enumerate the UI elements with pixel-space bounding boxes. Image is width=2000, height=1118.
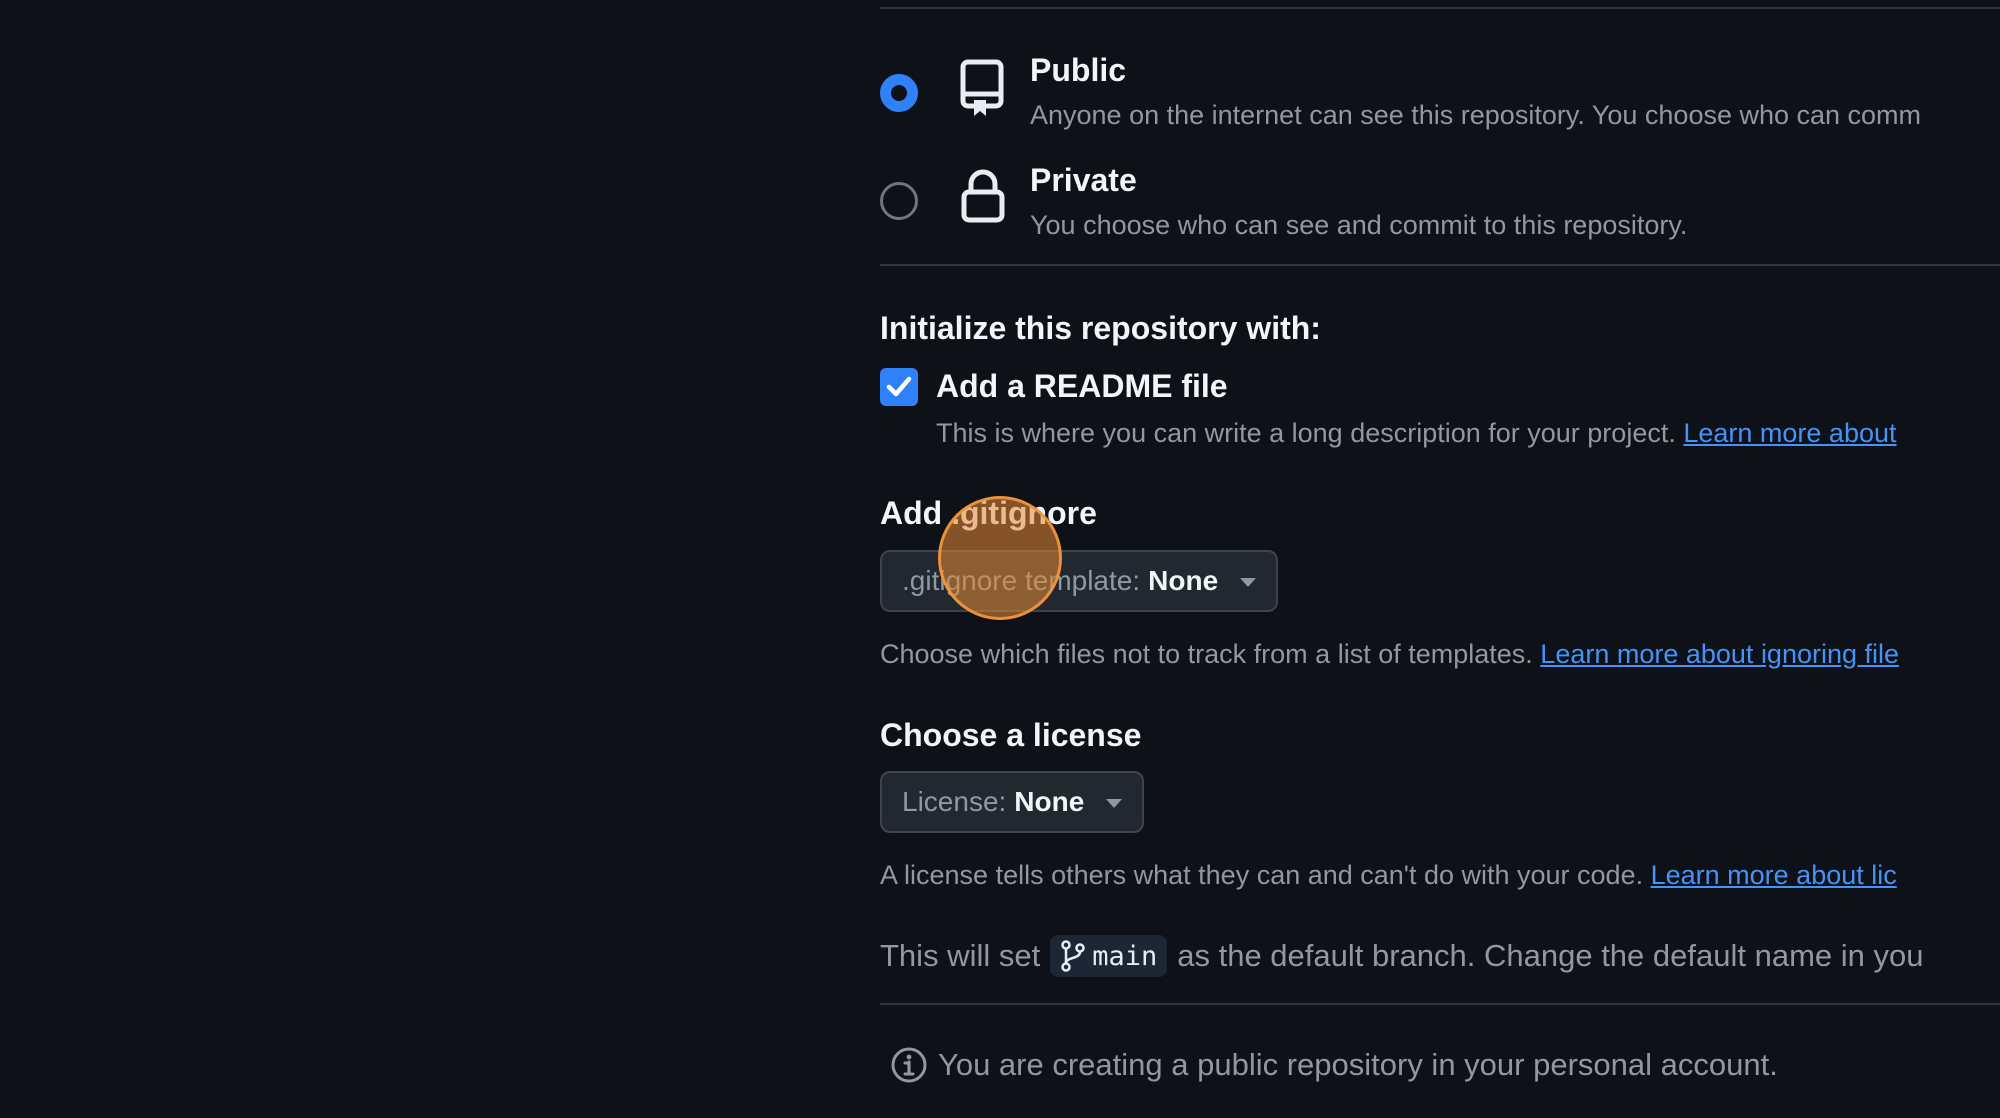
private-description: You choose who can see and commit to thi…	[1030, 210, 1688, 240]
page: Public Anyone on the internet can see th…	[0, 0, 2000, 1118]
visibility-option-private[interactable]: Private You choose who can see and commi…	[880, 160, 2000, 260]
public-title: Public	[1030, 52, 1127, 88]
repo-icon	[958, 58, 1008, 118]
public-description: Anyone on the internet can see this repo…	[1030, 100, 1922, 130]
git-branch-icon	[1061, 940, 1085, 972]
branch-name: main	[1092, 940, 1158, 972]
visibility-option-public[interactable]: Public Anyone on the internet can see th…	[880, 50, 2000, 150]
license-select-key: License:	[902, 786, 1007, 817]
private-title: Private	[1030, 162, 1137, 198]
lock-icon	[958, 166, 1008, 226]
divider-visibility	[880, 264, 2000, 266]
gitignore-help-text: Choose which files not to track from a l…	[880, 639, 1533, 669]
checkmark-icon	[886, 376, 912, 397]
divider-top	[880, 7, 2000, 9]
readme-help-text: This is where you can write a long descr…	[936, 418, 1676, 448]
license-select[interactable]: License: None	[880, 771, 1145, 833]
readme-checkbox[interactable]	[880, 368, 918, 406]
branch-chip: main	[1050, 935, 1168, 977]
initialize-title: Initialize this repository with:	[880, 310, 1321, 346]
readme-help: This is where you can write a long descr…	[936, 418, 1897, 449]
license-title: Choose a license	[880, 717, 1142, 753]
info-icon	[891, 1047, 927, 1083]
license-select-value: None	[1014, 786, 1085, 817]
public-repo-notice: You are creating a public repository in …	[890, 1046, 1778, 1084]
license-learn-more-link[interactable]: Learn more about lic	[1651, 860, 1897, 890]
readme-learn-more-link[interactable]: Learn more about	[1683, 418, 1896, 448]
license-help: A license tells others what they can and…	[880, 860, 1897, 891]
gitignore-title: Add .gitignore	[880, 495, 1097, 531]
gitignore-template-select[interactable]: .gitignore template: None	[880, 550, 1279, 612]
gitignore-learn-more-link[interactable]: Learn more about ignoring file	[1540, 639, 1899, 669]
branch-suffix: as the default branch. Change the defaul…	[1177, 938, 1924, 973]
gitignore-select-key: .gitignore template:	[902, 565, 1141, 596]
readme-label[interactable]: Add a README file	[936, 368, 1228, 405]
caret-down-icon	[1240, 578, 1257, 587]
private-radio[interactable]	[880, 182, 918, 220]
notice-text: You are creating a public repository in …	[938, 1047, 1778, 1082]
gitignore-help: Choose which files not to track from a l…	[880, 639, 1899, 670]
caret-down-icon	[1106, 799, 1123, 808]
default-branch-line: This will set main as the default branch…	[880, 935, 1923, 977]
license-help-text: A license tells others what they can and…	[880, 860, 1644, 890]
divider-bottom	[880, 1003, 2000, 1005]
gitignore-select-value: None	[1148, 565, 1219, 596]
public-radio[interactable]	[880, 74, 918, 112]
branch-prefix: This will set	[880, 938, 1041, 973]
repo-settings-form: Public Anyone on the internet can see th…	[880, 0, 2000, 1118]
